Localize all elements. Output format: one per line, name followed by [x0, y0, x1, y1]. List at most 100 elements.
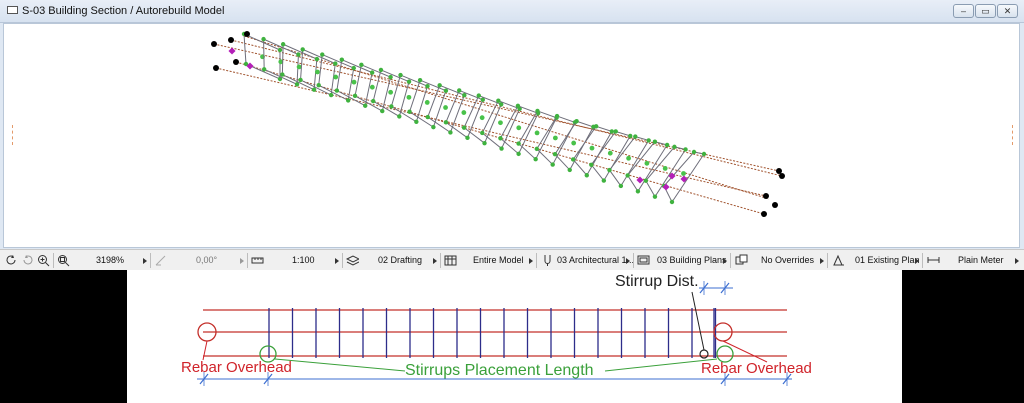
rebar-node [369, 70, 375, 75]
dimension-standard-dropdown-arrow[interactable] [1015, 258, 1019, 264]
rebar-node [567, 167, 572, 173]
3d-model-viewport[interactable] [3, 23, 1020, 248]
scale-value[interactable]: 1:100 [292, 250, 315, 271]
dimension-standard-value[interactable]: Plain Meter [958, 250, 1004, 271]
rebar-overhead-left-leader [202, 340, 208, 361]
renovation-filter-icon[interactable] [832, 254, 845, 269]
rebar-endpoint [761, 211, 767, 217]
rebar-hotspot [680, 175, 688, 183]
rebar-node [593, 124, 599, 129]
rebar-node [613, 129, 618, 134]
rebar-node [461, 125, 467, 130]
rebar-node [345, 98, 351, 103]
rebar-node [465, 135, 470, 141]
rebar-node [476, 93, 481, 98]
zoom-dropdown-arrow[interactable] [143, 258, 147, 264]
window-icon [7, 6, 18, 14]
model-view-icon[interactable] [444, 254, 457, 269]
rebar-node [516, 141, 521, 146]
rebar-node [314, 56, 320, 62]
window-title: S-03 Building Section / Autorebuild Mode… [22, 5, 225, 17]
pen-set-value[interactable]: 03 Architectural 1... [557, 250, 634, 271]
rebar-node [388, 74, 393, 80]
rebar-endpoint [779, 173, 785, 179]
rebar-node [628, 133, 633, 139]
rebar-node [498, 136, 503, 141]
zoom-to-fit-icon[interactable] [57, 254, 70, 269]
rebar-node [570, 157, 576, 162]
rebar-node [389, 104, 394, 109]
title-bar: S-03 Building Section / Autorebuild Mode… [0, 0, 1024, 23]
layer-combination-dropdown-arrow[interactable] [433, 258, 437, 264]
redo-zoom-icon[interactable] [21, 254, 34, 269]
model-view-value[interactable]: Entire Model [473, 250, 524, 271]
rebar-cage-3d-view [211, 31, 785, 217]
rebar-node [571, 140, 577, 146]
restore-button[interactable]: ▭ [975, 4, 996, 18]
mvo-dropdown-arrow[interactable] [723, 258, 727, 264]
angle-dropdown-arrow[interactable] [240, 258, 244, 264]
rebar-hotspot [228, 47, 236, 55]
rebar-node [315, 69, 320, 75]
rebar-node [311, 87, 317, 92]
renovation-filter-value[interactable]: 01 Existing Plan [855, 250, 920, 271]
close-button[interactable]: ✕ [997, 4, 1018, 18]
rebar-node [443, 120, 449, 125]
rebar-node [515, 103, 521, 109]
navigation-bar: 3198% 0,00° 1:100 02 Drafting Entire Mod… [0, 249, 1024, 271]
right-splitter-handle[interactable] [1012, 125, 1015, 145]
rebar-node [424, 100, 430, 105]
rebar-node [334, 88, 340, 93]
rebar-endpoint [763, 193, 769, 199]
renovation-filter-dropdown-arrow[interactable] [915, 258, 919, 264]
pen-set-icon[interactable] [541, 254, 554, 269]
rebar-node [462, 93, 467, 98]
rebar-node [298, 77, 303, 83]
rebar-node [633, 134, 638, 139]
rebar-node [584, 173, 589, 178]
graphic-override-value[interactable]: No Overrides [761, 250, 814, 271]
longitudinal-rebar [230, 39, 783, 177]
rebar-node [574, 119, 579, 124]
model-view-options-icon[interactable] [637, 254, 650, 269]
dimension-standard-icon[interactable] [927, 254, 940, 269]
model-view-dropdown-arrow[interactable] [529, 258, 533, 264]
layer-combination-value[interactable]: 02 Drafting [378, 250, 422, 271]
rebar-node [397, 114, 402, 119]
rebar-node [437, 83, 442, 88]
zoom-in-icon[interactable] [37, 254, 50, 269]
scale-dropdown-arrow[interactable] [335, 258, 339, 264]
rebar-node [550, 162, 555, 167]
left-splitter-handle[interactable] [12, 125, 15, 145]
zoom-value[interactable]: 3198% [96, 250, 124, 271]
stirrup-dist-leader [691, 291, 705, 351]
rebar-node [414, 119, 419, 124]
rebar-node [398, 72, 403, 78]
mvo-value[interactable]: 03 Building Plans [657, 250, 727, 271]
rebar-node [359, 62, 364, 67]
layers-icon[interactable] [345, 254, 361, 269]
rebar-node [552, 135, 558, 141]
rebar-node [589, 162, 594, 167]
rebar-node [280, 42, 286, 47]
minimize-button[interactable]: – [953, 4, 974, 18]
stirrup-diagram-drawing [197, 281, 792, 386]
rebar-node [352, 93, 358, 99]
rebar-node [607, 167, 612, 173]
pen-set-dropdown-arrow[interactable] [626, 258, 630, 264]
rebar-node [652, 194, 658, 199]
rebar-node [496, 98, 501, 103]
rebar-node [339, 57, 345, 62]
angle-value[interactable]: 0,00° [196, 250, 217, 271]
rebar-node [296, 64, 302, 70]
rebar-node [328, 92, 334, 98]
graphic-override-dropdown-arrow[interactable] [820, 258, 824, 264]
rebar-endpoint [213, 65, 219, 71]
scale-icon[interactable] [251, 254, 264, 269]
rebar-node [378, 67, 384, 73]
graphic-override-icon[interactable] [735, 254, 748, 269]
orientation-icon[interactable] [154, 254, 167, 269]
rebar-endpoint [228, 37, 234, 43]
undo-zoom-icon[interactable] [5, 254, 18, 269]
rebar-endpoint [211, 41, 217, 47]
